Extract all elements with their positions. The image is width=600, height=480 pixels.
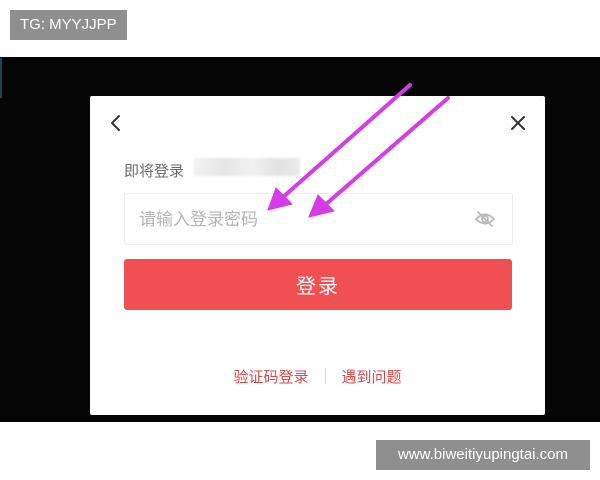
link-divider — [324, 368, 326, 384]
backdrop-edge — [0, 58, 6, 98]
sms-login-link[interactable]: 验证码登录 — [233, 368, 308, 386]
login-button[interactable]: 登录 — [124, 259, 512, 310]
bottom-links: 验证码登录 遇到问题 — [90, 366, 545, 387]
eye-slash-icon[interactable] — [474, 209, 496, 229]
help-link[interactable]: 遇到问题 — [342, 368, 402, 386]
password-field[interactable] — [124, 193, 513, 246]
close-icon[interactable] — [507, 112, 529, 134]
password-input[interactable] — [137, 194, 461, 246]
login-dialog: 即将登录 登录 验证码登录 遇到问题 — [90, 96, 545, 415]
chevron-left-icon[interactable] — [106, 112, 128, 134]
masked-account-name — [194, 158, 300, 176]
watermark-bottom: www.biweitiyupingtai.com — [376, 440, 590, 470]
login-as-label: 即将登录 — [124, 162, 185, 180]
watermark-top: TG: MYYJJPP — [10, 10, 127, 40]
